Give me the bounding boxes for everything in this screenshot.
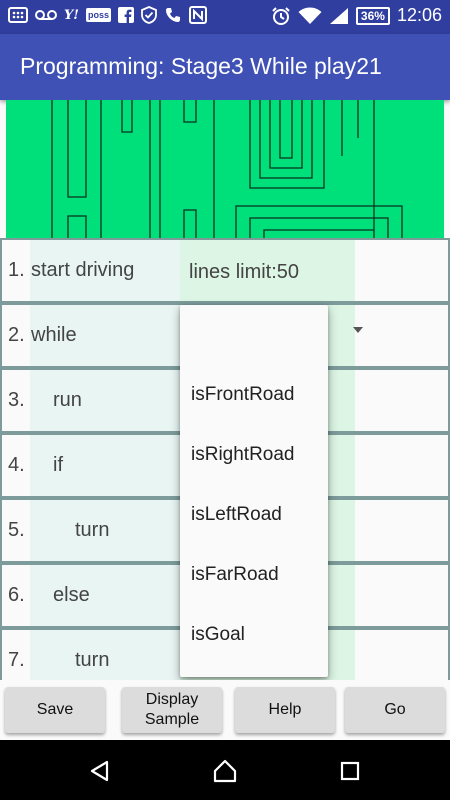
line-number: 6. — [8, 584, 25, 606]
display-sample-label-line2: Sample — [144, 711, 200, 728]
home-icon[interactable] — [208, 754, 242, 788]
poss-icon: poss — [86, 8, 112, 22]
battery-icon: 36% — [355, 6, 390, 25]
line-number: 5. — [8, 519, 25, 541]
yahoo-icon: Y! — [64, 7, 79, 23]
command-label[interactable]: turn — [75, 519, 109, 542]
line-number: 1. — [8, 259, 25, 281]
command-label[interactable]: turn — [75, 649, 109, 672]
command-label[interactable]: start driving — [31, 259, 134, 282]
voicemail-icon — [35, 5, 57, 25]
maze-drawing — [51, 100, 403, 238]
status-icons-right: 36% 12:06 — [271, 5, 442, 26]
dropdown-option-is-front-road[interactable]: isFrontRoad — [191, 384, 295, 406]
line-number: 3. — [8, 389, 25, 411]
dropdown-option-is-goal[interactable]: isGoal — [191, 624, 245, 646]
status-icons-left: Y! poss — [8, 5, 208, 25]
lines-limit-label: lines limit:50 — [189, 261, 300, 283]
line-number: 4. — [8, 454, 25, 476]
recents-icon[interactable] — [333, 754, 367, 788]
command-label[interactable]: while — [31, 324, 77, 347]
page-title: Programming: Stage3 While play21 — [20, 53, 382, 79]
command-label[interactable]: run — [53, 389, 82, 412]
chevron-down-icon[interactable] — [353, 327, 363, 333]
line-number: 7. — [8, 649, 25, 671]
signal-icon — [329, 7, 349, 25]
command-label[interactable]: if — [53, 454, 63, 477]
command-label[interactable]: else — [53, 584, 90, 607]
back-icon[interactable] — [83, 754, 117, 788]
navigation-bar — [0, 740, 450, 800]
alarm-icon — [271, 6, 291, 26]
notification-grid-icon — [8, 5, 28, 25]
go-button[interactable]: Go — [345, 687, 445, 733]
nfc-icon — [189, 5, 208, 25]
display-sample-label-line1: Display — [145, 691, 199, 708]
condition-dropdown[interactable]: isFrontRoad isRightRoad isLeftRoad isFar… — [180, 305, 328, 677]
phone-icon — [164, 5, 182, 25]
dropdown-option-is-far-road[interactable]: isFarRoad — [191, 564, 279, 586]
dropdown-option-is-left-road[interactable]: isLeftRoad — [191, 504, 282, 526]
facebook-icon — [118, 5, 135, 25]
action-bar: Save Display Sample Help Go — [0, 680, 450, 740]
poss-label: poss — [88, 10, 110, 20]
maze-view — [6, 100, 444, 238]
save-button[interactable]: Save — [5, 687, 105, 733]
status-bar: Y! poss 36% 12:06 — [0, 0, 450, 34]
line-number: 2. — [8, 324, 25, 346]
program-row-1[interactable]: 1. start driving lines limit:50 — [0, 238, 450, 303]
dropdown-option-is-right-road[interactable]: isRightRoad — [191, 444, 295, 466]
app-bar: Programming: Stage3 While play21 — [0, 34, 450, 100]
display-sample-button[interactable]: Display Sample — [122, 687, 222, 733]
wifi-icon — [298, 7, 322, 25]
clock: 12:06 — [396, 5, 442, 25]
help-button[interactable]: Help — [235, 687, 335, 733]
shield-icon — [141, 5, 157, 25]
